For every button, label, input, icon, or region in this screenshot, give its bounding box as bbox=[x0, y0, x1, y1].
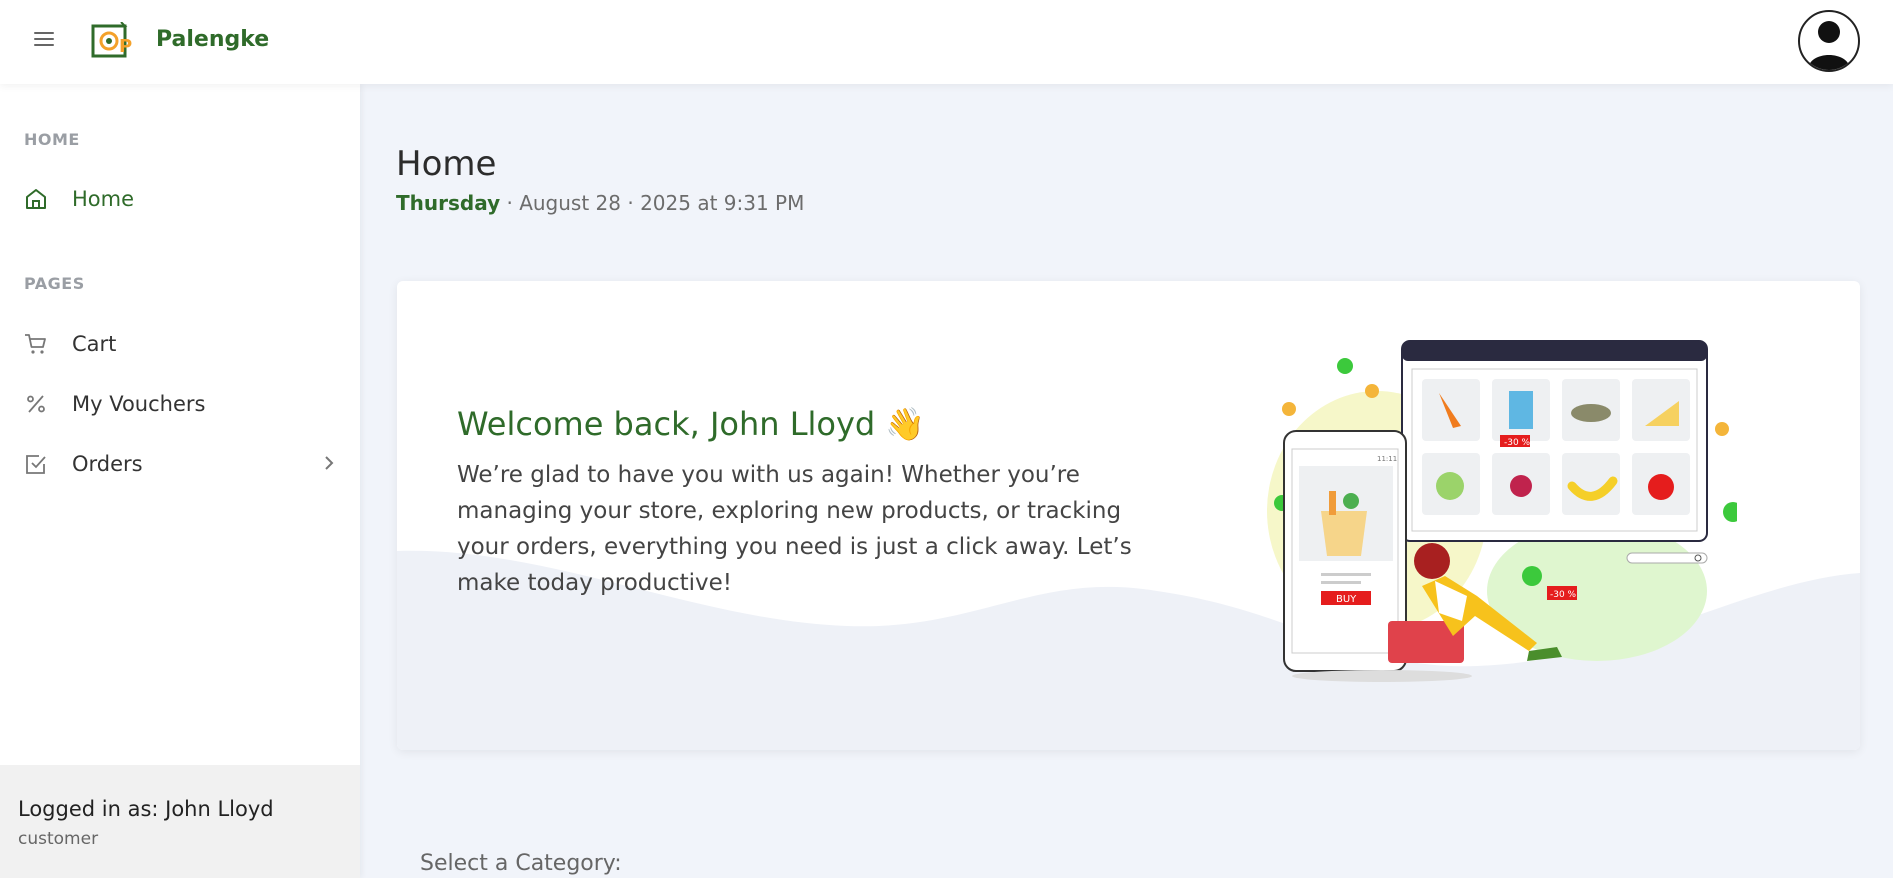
sidebar-footer: Logged in as: John Lloyd customer bbox=[0, 765, 360, 878]
sidebar-item-label: My Vouchers bbox=[72, 392, 206, 416]
sidebar-item-cart[interactable]: Cart bbox=[0, 320, 360, 368]
floating-discount-label: -30 % bbox=[1550, 590, 1577, 600]
sidebar-item-my-vouchers[interactable]: My Vouchers bbox=[0, 380, 360, 428]
brand-name[interactable]: Palengke bbox=[156, 27, 269, 52]
shopping-illustration: -30 % -30 % 11:11 BUY bbox=[1267, 340, 1737, 682]
sidebar-item-orders[interactable]: Orders bbox=[0, 440, 360, 488]
checkbox-icon bbox=[26, 455, 46, 474]
buy-label: BUY bbox=[1336, 594, 1357, 605]
hamburger-icon[interactable] bbox=[34, 32, 54, 50]
home-icon bbox=[26, 189, 46, 209]
welcome-title: Welcome back, John Lloyd 👋 bbox=[457, 405, 926, 443]
user-role: customer bbox=[18, 829, 99, 849]
sidebar-item-label: Home bbox=[72, 187, 135, 211]
svg-text:P: P bbox=[119, 36, 132, 57]
sidebar: HOME Home PAGES Cart My Vouchers Orders bbox=[0, 84, 360, 878]
palengke-logo: P bbox=[91, 22, 132, 58]
date-line: Thursday · August 28 · 2025 at 9:31 PM bbox=[396, 191, 804, 215]
select-category-label: Select a Category: bbox=[420, 851, 622, 876]
welcome-text: We’re glad to have you with us again! Wh… bbox=[457, 462, 1132, 596]
sidebar-item-home[interactable]: Home bbox=[0, 175, 360, 223]
welcome-card: Welcome back, John Lloyd 👋 We’re glad to… bbox=[397, 281, 1860, 750]
tablet-discount-label: -30 % bbox=[1504, 438, 1531, 448]
logged-in-user: Logged in as: John Lloyd bbox=[18, 797, 274, 821]
section-label-home: HOME bbox=[24, 130, 80, 149]
cart-icon bbox=[25, 334, 46, 354]
chevron-right-icon bbox=[325, 456, 334, 470]
date-rest: · August 28 · 2025 at 9:31 PM bbox=[500, 191, 805, 215]
section-label-pages: PAGES bbox=[24, 274, 85, 293]
percent-icon bbox=[27, 395, 45, 413]
sidebar-item-label: Orders bbox=[72, 452, 143, 476]
phone-time-label: 11:11 bbox=[1377, 455, 1397, 463]
sidebar-item-label: Cart bbox=[72, 332, 117, 356]
user-avatar-icon[interactable] bbox=[1798, 10, 1860, 72]
date-day: Thursday bbox=[396, 191, 501, 215]
top-bar: P Palengke bbox=[0, 0, 1893, 84]
page-title: Home bbox=[396, 144, 497, 184]
